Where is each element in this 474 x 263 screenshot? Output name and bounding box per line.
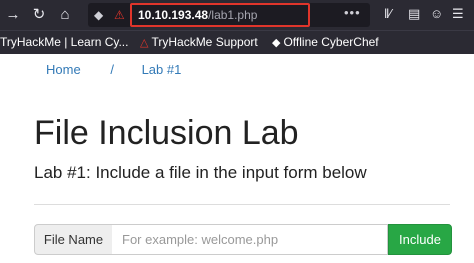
page-actions-icon[interactable]: ••• — [344, 5, 361, 20]
account-icon[interactable]: ☺ — [430, 5, 443, 23]
back-arrow-icon[interactable]: → — [2, 4, 24, 26]
shield-icon[interactable]: ◆ — [94, 7, 103, 23]
url-bar[interactable]: ◆ ⚠ 10.10.193.48/lab1.php ••• — [88, 3, 370, 27]
bookmark-label: TryHackMe | Learn Cy... — [0, 35, 129, 49]
breadcrumb-lab1-link[interactable]: Lab #1 — [142, 62, 182, 78]
divider — [34, 204, 450, 205]
insecure-lock-icon[interactable]: ⚠ — [114, 7, 125, 23]
include-form: File Name Include — [34, 224, 452, 255]
breadcrumb-home-link[interactable]: Home — [46, 62, 81, 78]
sidebar-icon[interactable]: ▤ — [408, 5, 420, 23]
library-icon[interactable]: ‖⁄ — [384, 5, 392, 23]
bookmarks-bar: TryHackMe | Learn Cy... △ TryHackMe Suppo… — [0, 30, 474, 54]
file-name-label: File Name — [34, 224, 113, 255]
url-path: /lab1.php — [208, 8, 258, 22]
chef-hat-icon: ◆ — [272, 37, 281, 49]
bookmark-tryhackme[interactable]: TryHackMe | Learn Cy... — [0, 35, 128, 50]
url-text[interactable]: 10.10.193.48/lab1.php — [138, 8, 257, 23]
thm-support-icon: △ — [140, 37, 149, 49]
page-title: File Inclusion Lab — [34, 114, 299, 152]
browser-toolbar: → ↻ ⌂ ◆ ⚠ 10.10.193.48/lab1.php ••• ‖⁄ ▤… — [0, 0, 474, 30]
page-subtitle: Lab #1: Include a file in the input form… — [34, 163, 367, 182]
reload-icon[interactable]: ↻ — [28, 4, 50, 26]
url-highlight-box: 10.10.193.48/lab1.php — [130, 3, 310, 27]
bookmark-label: TryHackMe Support — [151, 35, 258, 49]
file-name-input[interactable] — [112, 224, 388, 255]
bookmark-tryhackme-support[interactable]: △ TryHackMe Support — [140, 35, 258, 51]
bookmark-offline-cyberchef[interactable]: ◆ Offline CyberChef — [272, 35, 379, 51]
home-icon[interactable]: ⌂ — [54, 4, 76, 26]
url-host: 10.10.193.48 — [138, 8, 209, 22]
bookmark-label: Offline CyberChef — [283, 35, 379, 49]
hamburger-menu-icon[interactable]: ☰ — [452, 5, 464, 23]
breadcrumb: Home / Lab #1 — [46, 62, 181, 78]
breadcrumb-separator: / — [110, 62, 114, 77]
include-button[interactable]: Include — [388, 224, 452, 255]
